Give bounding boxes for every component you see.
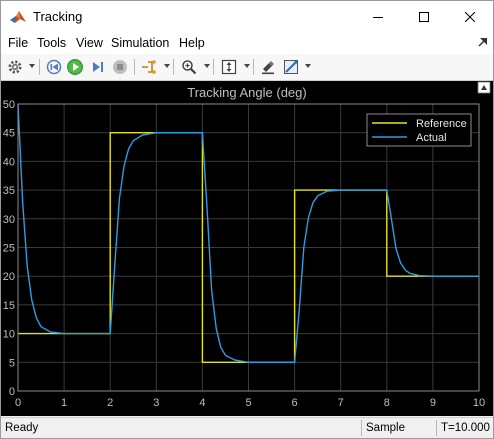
scope-display: Tracking Angle (deg) 0 1 2 3 4 5 6 7 8 9 10 0 5 10 15 2… (1, 81, 493, 416)
stop-button[interactable] (110, 57, 130, 77)
style-icon (284, 60, 298, 74)
step-forward-button[interactable] (88, 57, 108, 77)
fit-axes-dropdown-icon[interactable] (244, 64, 250, 68)
y-tick-label: 5 (9, 357, 15, 369)
zoom-button[interactable] (179, 57, 199, 77)
y-tick-label: 10 (3, 329, 15, 341)
step-back-icon (46, 59, 62, 75)
close-icon (465, 12, 475, 22)
signal-select-dropdown-icon[interactable] (164, 64, 170, 68)
x-tick-label: 4 (199, 397, 205, 409)
x-tick-label: 5 (245, 397, 251, 409)
style-button[interactable] (281, 57, 301, 77)
settings-dropdown-icon[interactable] (29, 64, 35, 68)
toolbar (1, 54, 493, 81)
toolbar-separator (213, 59, 214, 75)
sample-mode-indicator: Sample based (361, 420, 434, 436)
toolbar-separator (134, 59, 135, 75)
y-tick-label: 30 (3, 214, 15, 226)
settings-button[interactable] (5, 57, 25, 77)
run-icon (67, 59, 83, 75)
fit-axes-icon (221, 59, 237, 75)
y-tick-label: 50 (3, 99, 15, 111)
menu-simulation[interactable]: Simulation (111, 36, 169, 50)
x-tick-label: 7 (338, 397, 344, 409)
toolbar-separator (253, 59, 254, 75)
window-title: Tracking (33, 9, 83, 24)
signal-select-button[interactable] (139, 57, 159, 77)
undock-arrow-icon[interactable] (478, 38, 487, 47)
zoom-dropdown-icon[interactable] (204, 64, 210, 68)
maximize-button[interactable] (401, 1, 447, 33)
y-tick-label: 15 (3, 300, 15, 312)
close-button[interactable] (447, 1, 493, 33)
y-tick-label: 20 (3, 271, 15, 283)
zoom-icon (182, 60, 197, 75)
style-dropdown-icon[interactable] (305, 64, 311, 68)
x-tick-label: 10 (473, 397, 485, 409)
x-tick-label: 9 (430, 397, 436, 409)
y-tick-label: 25 (3, 243, 15, 255)
y-tick-label: 40 (3, 156, 15, 168)
run-button[interactable] (65, 57, 85, 77)
y-tick-label: 45 (3, 128, 15, 140)
y-tick-label: 35 (3, 185, 15, 197)
x-tick-label: 3 (153, 397, 159, 409)
highlight-icon (262, 61, 274, 75)
x-tick-label: 1 (61, 397, 67, 409)
x-tick-label: 6 (292, 397, 298, 409)
x-tick-label: 0 (15, 397, 21, 409)
gear-icon (8, 60, 22, 74)
fit-axes-button[interactable] (219, 57, 239, 77)
menu-view[interactable]: View (76, 36, 103, 50)
menu-bar: File Tools View Simulation Help (1, 33, 493, 54)
highlight-button[interactable] (258, 57, 278, 77)
minimize-icon (373, 17, 383, 18)
menu-file[interactable]: File (8, 36, 28, 50)
y-tick-label: 0 (9, 386, 15, 398)
minimize-button[interactable] (355, 1, 401, 33)
title-bar: Tracking (1, 1, 493, 33)
maximize-icon (419, 12, 429, 22)
tracking-angle-chart: Tracking Angle (deg) 0 1 2 3 4 5 6 7 8 9 100510152… (1, 81, 493, 416)
chart-legend: Reference Actual (366, 113, 472, 147)
restore-layout-button[interactable] (477, 81, 491, 94)
legend-label: Actual (416, 132, 447, 144)
chart-title: Tracking Angle (deg) (187, 85, 306, 100)
scope-window: Tracking File Tools View Simulation Help (0, 0, 494, 439)
matlab-logo-icon (10, 11, 26, 23)
menu-help[interactable]: Help (179, 36, 205, 50)
step-forward-icon (93, 62, 103, 72)
signal-select-icon (142, 60, 156, 74)
toolbar-separator (39, 59, 40, 75)
simulation-time-indicator: T=10.000 (436, 420, 493, 436)
step-back-button[interactable] (44, 57, 64, 77)
legend-label: Reference (416, 118, 467, 130)
menu-tools[interactable]: Tools (37, 36, 66, 50)
x-tick-label: 8 (384, 397, 390, 409)
status-bar: Ready Sample based T=10.000 (1, 417, 493, 438)
x-tick-label: 2 (107, 397, 113, 409)
toolbar-separator (173, 59, 174, 75)
status-ready-text: Ready (5, 422, 39, 434)
stop-icon (113, 60, 127, 74)
